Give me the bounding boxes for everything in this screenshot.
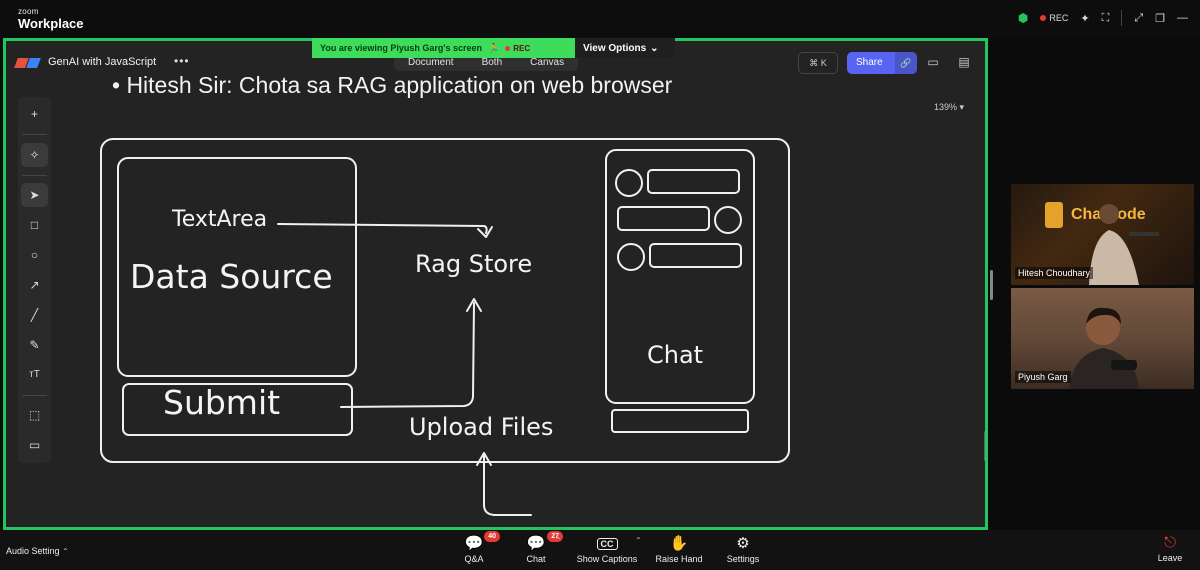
settings-button[interactable]: ⚙ Settings [724,534,762,564]
viewing-rec-label: REC [513,43,531,53]
rec-dot-icon [505,45,511,51]
chat-bubble-1 [647,169,740,194]
label-textarea: TextArea [172,207,268,232]
mug-icon [1045,202,1063,228]
raise-hand-label: Raise Hand [655,554,703,564]
participant-name: Hitesh Choudhary [1015,267,1094,279]
shared-screen: GenAI with JavaScript ••• Document Both … [3,38,988,530]
chat-avatar-3 [617,243,645,271]
captions-chevron-up-icon[interactable]: ⌃ [635,536,642,545]
chat-bubble-2 [617,206,710,231]
chat-chevron-up-icon[interactable]: ⌃ [555,536,562,545]
view-layout-icon[interactable]: ❐ [1155,12,1165,25]
label-data-source: Data Source [130,257,333,296]
audio-setting-label: Audio Setting [6,546,60,556]
show-captions-button[interactable]: CC Show Captions [574,534,640,564]
viewing-text: You are viewing Piyush Garg's screen [320,43,483,53]
viewing-rec: REC [505,44,530,53]
zoom-logo: zoom Workplace [18,7,84,31]
settings-label: Settings [726,554,760,564]
viewing-banner: You are viewing Piyush Garg's screen 🏃 R… [312,38,675,58]
label-upload-files: Upload Files [409,413,554,441]
chat-bubble-3 [649,243,742,268]
chat-input-box [611,409,749,433]
fullscreen-icon[interactable]: ⤢ [1134,12,1143,25]
split-handle[interactable] [990,270,993,300]
chat-icon: 💬 27 [521,531,563,554]
chat-avatar-2 [714,206,742,234]
chat-label: Chat [526,554,546,564]
audio-setting-button[interactable]: Audio Setting ⌃ [6,546,69,556]
qa-button[interactable]: 💬 40 Q&A [460,531,500,564]
gear-icon: ⚙ [736,535,750,552]
label-chat: Chat [647,341,704,369]
qa-icon: 💬 40 [460,531,500,554]
chevron-up-icon: ⌃ [62,547,69,556]
raise-hand-button[interactable]: ✋ Raise Hand [654,534,704,564]
video-tile-piyush[interactable]: Piyush Garg [1011,288,1194,389]
chevron-down-icon: ⌄ [650,42,659,54]
shield-icon[interactable]: ⬢ [1018,11,1028,25]
leave-icon: ⎋ [1164,534,1176,551]
rec-indicator[interactable]: REC [1040,13,1068,23]
chat-avatar-1 [615,169,643,197]
textarea-arrow-head [477,226,493,238]
label-submit: Submit [163,383,281,422]
captions-icon: CC [574,534,640,554]
top-right-controls: ⬢ REC ✦ ⛶ ⤢ ❐ — [1018,10,1188,26]
zoom-brand-small: zoom [18,7,39,16]
canvas-scrollbar[interactable] [984,431,985,461]
viewing-indicator: You are viewing Piyush Garg's screen 🏃 R… [312,38,575,58]
sparkle-icon[interactable]: ✦ [1080,12,1089,25]
submit-arrow [340,302,475,408]
running-icon: 🏃 [488,42,500,53]
textarea-arrow [277,223,488,234]
person-head [1099,204,1119,224]
view-options-label: View Options [583,42,647,54]
video-tile-hitesh[interactable]: ChaiCode Hitesh Choudhary [1011,184,1194,285]
meeting-controls: Audio Setting ⌃ 💬 40 Q&A 💬 27 Chat ⌃ CC Sh… [0,530,1200,570]
view-options-button[interactable]: View Options ⌄ [575,38,675,58]
minimize-icon[interactable]: — [1177,12,1188,24]
rec-label: REC [1049,13,1069,23]
mic [1129,232,1159,236]
zoom-title-bar: zoom Workplace ⬢ REC ✦ ⛶ ⤢ ❐ — [0,0,1200,38]
rec-dot-icon [1040,15,1047,21]
leave-label: Leave [1157,553,1183,563]
label-rag-store: Rag Store [415,250,533,278]
hand-icon: ✋ [669,535,689,552]
qa-label: Q&A [464,554,484,564]
video-panel: ChaiCode Hitesh Choudhary Piyush Garg [990,38,1200,530]
chat-button[interactable]: 💬 27 Chat [521,531,563,564]
participant-name: Piyush Garg [1015,371,1071,383]
qa-badge: 40 [484,531,500,542]
leave-button[interactable]: ⎋ Leave [1152,533,1188,563]
divider [1121,10,1123,26]
focus-icon[interactable]: ⛶ [1102,12,1110,25]
show-captions-label: Show Captions [576,554,638,564]
zoom-brand-big: Workplace [18,16,84,31]
mic [1111,360,1137,370]
